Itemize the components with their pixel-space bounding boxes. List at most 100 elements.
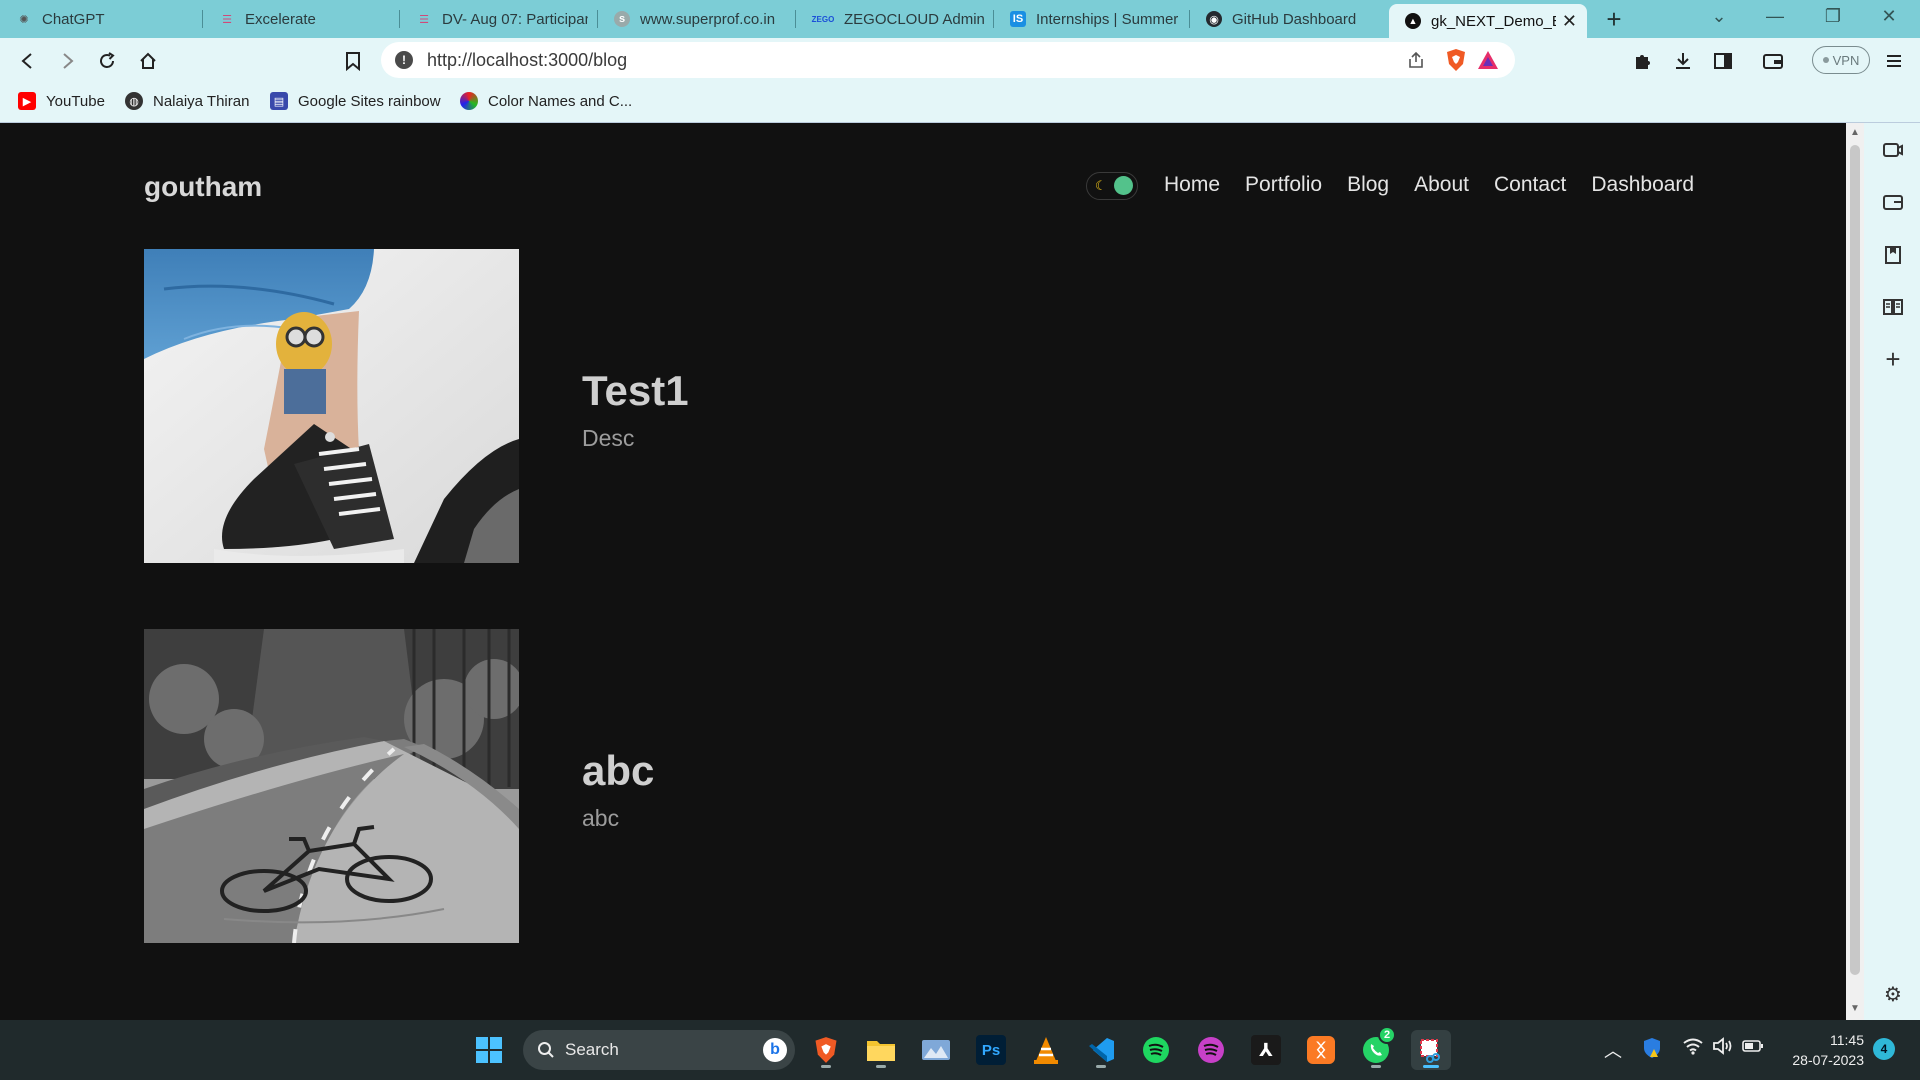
acrobat-icon[interactable]: ⅄: [1246, 1030, 1286, 1070]
scroll-up-icon[interactable]: ▲: [1850, 127, 1860, 138]
tab-github[interactable]: ◉ GitHub Dashboard: [1190, 0, 1388, 38]
minimize-button[interactable]: —: [1755, 6, 1795, 27]
close-tab-icon[interactable]: ✕: [1556, 11, 1577, 32]
post-title[interactable]: Test1: [582, 367, 689, 415]
form-icon: ☰: [419, 13, 429, 26]
page-scrollbar[interactable]: ▲ ▼: [1846, 123, 1864, 1020]
bookmarks-bar: ▶ YouTube ◍ Nalaiya Thiran ▤ Google Site…: [0, 84, 1920, 123]
blog-post-card[interactable]: abc abc: [144, 629, 1544, 943]
tray-overflow-chevron-icon[interactable]: ︿: [1604, 1037, 1622, 1063]
post-title[interactable]: abc: [582, 747, 654, 795]
github-icon: ◉: [1206, 11, 1222, 27]
browser-toolbar: ! http://localhost:3000/blog VPN: [0, 38, 1920, 84]
volume-icon[interactable]: [1712, 1037, 1734, 1060]
vpn-button[interactable]: VPN: [1812, 46, 1870, 74]
page-content: goutham ☾ Home Portfolio Blog About Cont…: [0, 123, 1846, 1020]
tab-superprof[interactable]: s www.superprof.co.in: [598, 0, 796, 38]
add-panel-icon[interactable]: +: [1879, 344, 1907, 374]
nav-blog[interactable]: Blog: [1347, 173, 1389, 197]
color-wheel-icon: [460, 92, 478, 110]
nav-contact[interactable]: Contact: [1494, 173, 1566, 197]
scrollbar-thumb[interactable]: [1850, 145, 1860, 975]
security-shield-icon[interactable]: [1642, 1037, 1662, 1064]
podcast-app-icon[interactable]: [1191, 1030, 1231, 1070]
vlc-icon[interactable]: [1026, 1030, 1066, 1070]
spotify-icon[interactable]: [1136, 1030, 1176, 1070]
site-logo[interactable]: goutham: [144, 171, 262, 203]
home-button[interactable]: [133, 46, 163, 76]
brave-shield-icon[interactable]: [1443, 47, 1469, 73]
site-info-icon[interactable]: !: [395, 51, 413, 69]
search-icon: [538, 1042, 554, 1058]
forward-button[interactable]: [52, 46, 82, 76]
tab-internships[interactable]: IS Internships | Summer I: [994, 0, 1190, 38]
system-clock[interactable]: 11:45 28-07-2023: [1768, 1030, 1864, 1070]
menu-icon[interactable]: [1879, 46, 1909, 76]
nav-home[interactable]: Home: [1164, 173, 1220, 197]
tab-chatgpt[interactable]: ✺ ChatGPT: [0, 0, 203, 38]
bookmark-nalaiya-thiran[interactable]: ◍ Nalaiya Thiran: [125, 92, 249, 110]
snipping-tool-icon[interactable]: [1411, 1030, 1451, 1070]
bookmarks-panel-icon[interactable]: [1879, 241, 1907, 269]
zego-icon: ZEGO: [811, 14, 835, 24]
tab-dv-aug[interactable]: ☰ DV- Aug 07: Participan: [400, 0, 598, 38]
start-windows-icon[interactable]: [469, 1030, 509, 1070]
brave-rewards-icon[interactable]: [1475, 47, 1501, 73]
url-text[interactable]: http://localhost:3000/blog: [427, 50, 1403, 71]
share-icon[interactable]: [1403, 47, 1429, 73]
restore-button[interactable]: ❐: [1813, 6, 1853, 27]
bing-icon[interactable]: b: [763, 1038, 787, 1062]
extensions-icon[interactable]: [1628, 46, 1658, 76]
moon-icon: ☾: [1095, 178, 1107, 193]
xampp-icon[interactable]: ᛝ: [1301, 1030, 1341, 1070]
bookmark-youtube[interactable]: ▶ YouTube: [18, 92, 105, 110]
photos-app-icon[interactable]: [916, 1030, 956, 1070]
wifi-icon[interactable]: [1682, 1037, 1704, 1060]
tab-search-chevron-icon[interactable]: ⌄: [1699, 6, 1739, 27]
downloads-icon[interactable]: [1668, 46, 1698, 76]
bookmark-color-names[interactable]: Color Names and C...: [460, 92, 632, 110]
tab-gk-next-demo[interactable]: ▲ gk_NEXT_Demo_Bl ✕: [1389, 4, 1587, 38]
tab-strip: ✺ ChatGPT ☰ Excelerate ☰ DV- Aug 07: Par…: [0, 0, 1920, 38]
vscode-icon[interactable]: [1081, 1030, 1121, 1070]
sidebar-toggle-icon[interactable]: [1708, 46, 1738, 76]
notification-badge[interactable]: 4: [1873, 1038, 1895, 1060]
globe-icon: s: [614, 11, 630, 27]
address-bar[interactable]: ! http://localhost:3000/blog: [381, 42, 1515, 78]
youtube-icon: ▶: [18, 92, 36, 110]
tab-zegocloud[interactable]: ZEGO ZEGOCLOUD Admin C: [796, 0, 994, 38]
doc-icon: ☰: [222, 13, 232, 26]
reload-button[interactable]: [92, 46, 122, 76]
taskbar-search[interactable]: Search b: [523, 1030, 795, 1070]
nav-about[interactable]: About: [1414, 173, 1469, 197]
scroll-down-icon[interactable]: ▼: [1850, 1003, 1860, 1014]
nav-dashboard[interactable]: Dashboard: [1591, 173, 1694, 197]
video-icon[interactable]: [1879, 136, 1907, 164]
tab-excelerate[interactable]: ☰ Excelerate: [203, 0, 400, 38]
post-description: abc: [582, 805, 620, 831]
whatsapp-icon[interactable]: 2: [1356, 1026, 1396, 1070]
back-button[interactable]: [13, 46, 43, 76]
post-image-bicycle-road[interactable]: [144, 629, 519, 943]
settings-gear-icon[interactable]: ⚙: [1879, 980, 1907, 1008]
bookmark-icon[interactable]: [338, 46, 368, 76]
new-tab-button[interactable]: +: [1599, 4, 1629, 35]
internshala-icon: IS: [1010, 11, 1026, 27]
post-image-minion-tattoo[interactable]: [144, 249, 519, 563]
photoshop-icon[interactable]: Ps: [971, 1030, 1011, 1070]
bookmark-google-sites[interactable]: ▤ Google Sites rainbow: [270, 92, 441, 110]
sites-icon: ▤: [270, 92, 288, 110]
toggle-knob: [1114, 176, 1133, 195]
close-window-button[interactable]: ✕: [1869, 6, 1909, 27]
brave-app-icon[interactable]: [806, 1030, 846, 1070]
nav-portfolio[interactable]: Portfolio: [1245, 173, 1322, 197]
windows-taskbar: Search b Ps ⅄ ᛝ 2 ︿ 11:45 28-07-2023 4: [0, 1020, 1920, 1080]
battery-icon[interactable]: [1742, 1037, 1764, 1058]
wallet-icon[interactable]: [1758, 46, 1788, 76]
theme-toggle[interactable]: ☾: [1086, 172, 1138, 200]
file-explorer-icon[interactable]: [861, 1030, 901, 1070]
post-description: Desc: [582, 425, 635, 451]
blog-post-card[interactable]: Test1 Desc: [144, 249, 1544, 563]
reading-list-icon[interactable]: [1879, 293, 1907, 321]
wallet-panel-icon[interactable]: [1879, 188, 1907, 216]
